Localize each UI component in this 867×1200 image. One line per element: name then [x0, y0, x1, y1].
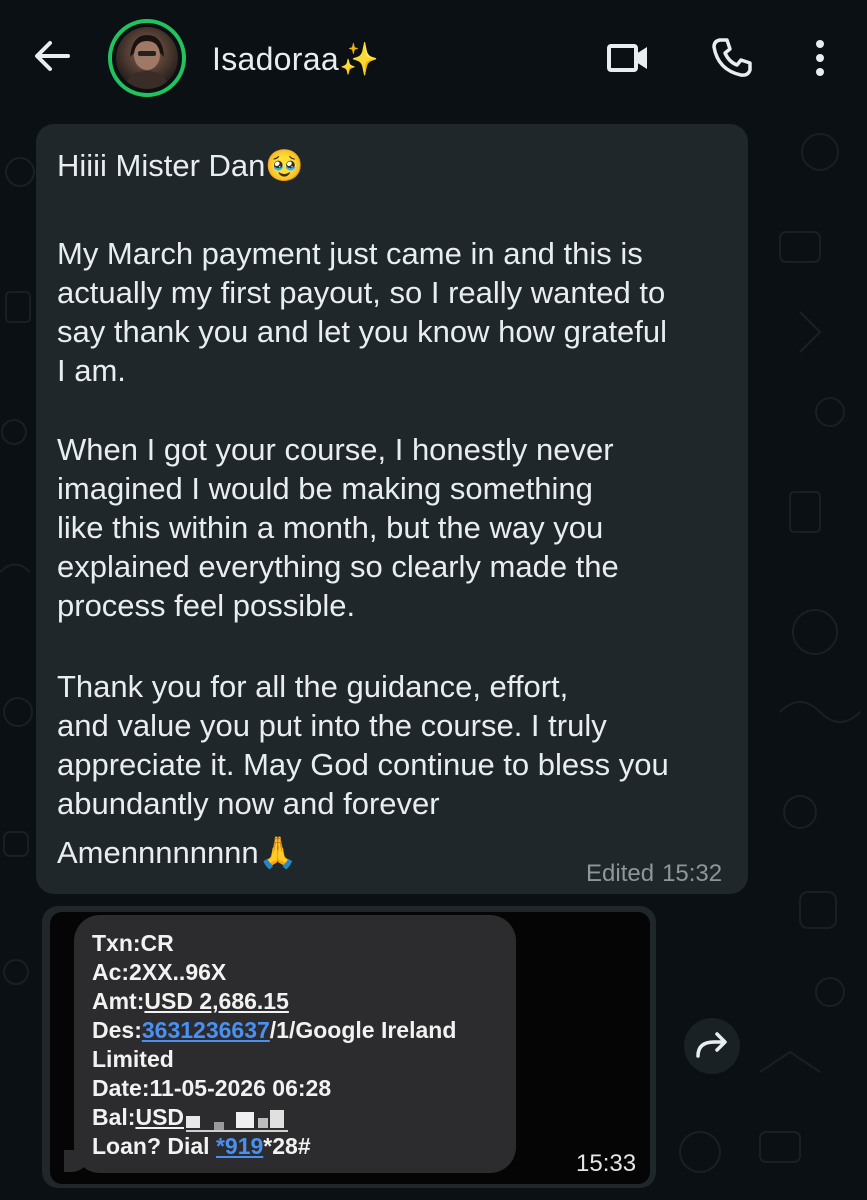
message-line: and value you put into the course. I tru… [57, 708, 607, 743]
message-line: like this within a month, but the way yo… [57, 510, 604, 545]
message-meta: Edited 15:32 [586, 860, 722, 888]
image-message-time: 15:33 [576, 1150, 637, 1177]
message-line: appreciate it. May God continue to bless… [57, 747, 669, 782]
contact-name[interactable]: Isadoraa✨ [212, 40, 379, 78]
more-options-button[interactable] [796, 34, 844, 82]
message-line: abundantly now and forever [57, 786, 440, 821]
contact-name-text: Isadoraa [212, 41, 339, 77]
message-closing: Amennnnnnnn🙏 [57, 835, 298, 870]
message-line: imagined I would be making something [57, 471, 593, 506]
video-call-button[interactable] [604, 34, 652, 82]
sms-txn: Txn:CR [92, 930, 174, 956]
message-line: process feel possible. [57, 588, 356, 623]
chat-header: Isadoraa✨ [0, 0, 867, 112]
sms-amount: Amt:USD 2,686.15 [92, 988, 289, 1014]
video-camera-icon [607, 44, 647, 72]
voice-call-button[interactable] [708, 34, 756, 82]
redaction-blocks [186, 1109, 289, 1132]
forward-icon [696, 1032, 727, 1058]
message-line: When I got your course, I honestly never [57, 432, 614, 467]
phone-icon [712, 38, 752, 77]
message-line: actually my first payout, so I really wa… [57, 275, 666, 310]
back-button[interactable] [28, 32, 76, 80]
sms-balance: Bal:USD [92, 1104, 294, 1132]
message-line: I am. [57, 353, 126, 388]
sparkles-emoji: ✨ [338, 41, 380, 77]
message-line: Thank you for all the guidance, effort, [57, 669, 569, 704]
sms-description-line2: Limited [92, 1046, 174, 1072]
sms-date: Date:11-05-2026 06:28 [92, 1075, 332, 1101]
message-time: 15:32 [662, 860, 723, 887]
forward-button[interactable] [684, 1018, 740, 1074]
message-line: say thank you and let you know how grate… [57, 314, 668, 349]
sms-reference-link[interactable]: 3631236637 [142, 1017, 270, 1043]
sms-account: Ac:2XX..96X [92, 959, 227, 985]
more-vertical-icon [816, 40, 824, 76]
sms-loan: Loan? Dial *919*28# [92, 1133, 311, 1159]
avatar [116, 27, 178, 89]
contact-avatar[interactable] [108, 19, 186, 97]
sms-description: Des:3631236637/1/Google Ireland [92, 1017, 457, 1043]
message-greeting: Hiiii Mister Dan🥹 [57, 148, 305, 183]
edited-label: Edited [586, 860, 655, 887]
sms-dial-link[interactable]: *919 [216, 1133, 263, 1159]
sms-balance-value: USD [135, 1104, 185, 1130]
message-line: explained everything so clearly made the [57, 549, 619, 584]
sms-amount-value: USD 2,686.15 [144, 988, 289, 1014]
message-line: My March payment just came in and this i… [57, 236, 643, 271]
arrow-left-icon [35, 41, 70, 71]
